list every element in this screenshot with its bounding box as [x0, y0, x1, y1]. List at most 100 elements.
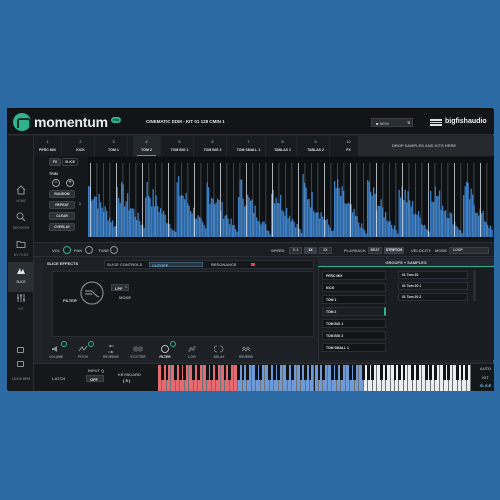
slice-marker[interactable]	[480, 163, 481, 237]
slice-marker[interactable]	[272, 163, 273, 237]
black-key[interactable]	[424, 365, 428, 380]
pad-slot-7[interactable]: 7 TOM SMALL 1	[232, 136, 266, 156]
black-key[interactable]	[308, 365, 312, 380]
black-key[interactable]	[286, 365, 290, 380]
black-key[interactable]	[380, 365, 383, 380]
slice-marker[interactable]	[421, 163, 423, 237]
fx-stutter-button[interactable]: STUTTER	[126, 345, 150, 361]
black-key[interactable]	[317, 365, 321, 380]
black-key[interactable]	[335, 365, 339, 380]
tune-knob[interactable]	[110, 246, 118, 254]
bpm-readout[interactable]: 120.00 BPM	[10, 377, 32, 381]
black-key[interactable]	[272, 365, 276, 380]
black-key[interactable]	[268, 365, 272, 380]
slice-marker[interactable]	[148, 163, 150, 237]
slice-marker[interactable]	[486, 163, 488, 237]
slice-marker[interactable]	[207, 163, 208, 237]
slice-marker[interactable]	[376, 163, 377, 237]
black-key[interactable]	[254, 365, 258, 380]
slice-marker[interactable]	[259, 163, 260, 237]
group-item[interactable]: TOM SMALL 1	[322, 343, 386, 352]
slice-marker[interactable]	[96, 163, 98, 237]
sidebar-item-home[interactable]: HOME	[8, 181, 34, 211]
slice-marker[interactable]	[220, 163, 221, 237]
slice-marker[interactable]	[467, 163, 468, 237]
slice-marker[interactable]	[168, 163, 169, 237]
group-item[interactable]: PERC MIX	[322, 271, 386, 280]
black-key[interactable]	[393, 365, 397, 380]
slice-marker[interactable]	[200, 163, 202, 237]
pad-slot-8[interactable]: 8 TABLAS 1	[269, 136, 297, 156]
pad-slot-6[interactable]: 6 TOM BIG 2	[199, 136, 227, 156]
waveform-display[interactable]	[88, 157, 493, 239]
black-key[interactable]	[411, 365, 415, 380]
sidebar-item-browser[interactable]: BROWSER	[8, 208, 34, 238]
black-key[interactable]	[223, 365, 227, 380]
black-key[interactable]	[429, 365, 433, 380]
group-item[interactable]: TOM 1	[322, 295, 386, 304]
slice-marker[interactable]	[395, 163, 397, 237]
black-key[interactable]	[277, 365, 281, 380]
black-key[interactable]	[465, 365, 468, 380]
slice-marker[interactable]	[350, 163, 351, 237]
sidebar-item-slice[interactable]: SLICE	[8, 262, 34, 292]
fx-reverb-button[interactable]: REVERB	[234, 345, 258, 361]
slice-marker[interactable]	[194, 163, 195, 237]
black-key[interactable]	[433, 365, 437, 380]
slice-marker[interactable]	[441, 163, 442, 237]
slice-marker[interactable]	[447, 163, 449, 237]
slice-marker[interactable]	[233, 163, 234, 237]
black-key[interactable]	[192, 365, 196, 380]
kit-button[interactable]: KIT	[477, 376, 494, 380]
black-key[interactable]	[353, 365, 357, 380]
speed-half-button[interactable]: ½ 1	[289, 247, 302, 254]
slice-marker[interactable]	[252, 163, 254, 237]
slice-marker[interactable]	[330, 163, 332, 237]
slice-marker[interactable]	[155, 163, 156, 237]
black-key[interactable]	[304, 365, 307, 380]
black-key[interactable]	[339, 365, 343, 380]
black-key[interactable]	[183, 365, 187, 380]
black-key[interactable]	[456, 365, 459, 380]
slice-marker[interactable]	[428, 163, 429, 237]
black-key[interactable]	[447, 365, 451, 380]
tab-fx[interactable]: FX	[49, 158, 61, 166]
black-key[interactable]	[415, 365, 419, 380]
fx-reverse-button[interactable]: REVERSE	[99, 345, 123, 361]
black-key[interactable]	[214, 365, 218, 380]
loop-mode-selector[interactable]: LOOP	[449, 247, 489, 254]
sample-item[interactable]: 01 Tom 20 1	[398, 282, 468, 290]
auto-button[interactable]: AUTO	[477, 367, 494, 371]
black-key[interactable]	[246, 365, 249, 380]
black-key[interactable]	[178, 365, 182, 380]
black-key[interactable]	[371, 365, 375, 380]
samples-scrollbar[interactable]	[473, 271, 476, 301]
fx-pitch-button[interactable]: PITCH	[71, 341, 95, 361]
black-key[interactable]	[348, 365, 352, 380]
pan-knob[interactable]	[85, 246, 93, 254]
black-key[interactable]	[237, 365, 240, 380]
slice-marker[interactable]	[129, 163, 130, 237]
group-item[interactable]: TOM BIG 2	[322, 331, 386, 340]
sample-item[interactable]: 01 Tom 20 2	[398, 293, 468, 301]
beat-button[interactable]: BEAT	[368, 247, 382, 254]
slice-marker[interactable]	[363, 163, 364, 237]
slice-marker[interactable]	[434, 163, 436, 237]
pad-slot-1[interactable]: 1 PERC MIX	[34, 136, 62, 156]
slice-marker[interactable]	[278, 163, 280, 237]
slice-mode-button[interactable]: SLICE	[477, 384, 494, 388]
keyboard-octave[interactable]: ( 5 )	[123, 379, 130, 383]
slice-marker[interactable]	[460, 163, 462, 237]
preset-selector[interactable]: ■ NEW ⇅	[371, 118, 413, 127]
pad-slot-2[interactable]: 2 KICK	[67, 136, 95, 156]
slice-marker[interactable]	[226, 163, 228, 237]
slice-marker[interactable]	[337, 163, 338, 237]
black-key[interactable]	[210, 365, 214, 380]
black-key[interactable]	[290, 365, 294, 380]
fx-lofi-button[interactable]: LOFI	[180, 345, 204, 361]
vol-knob[interactable]	[63, 246, 71, 254]
repeat-value[interactable]: 1	[79, 202, 81, 207]
sidebar-item-kit[interactable]: KIT	[8, 289, 34, 319]
slice-marker[interactable]	[324, 163, 325, 237]
black-key[interactable]	[241, 365, 245, 380]
